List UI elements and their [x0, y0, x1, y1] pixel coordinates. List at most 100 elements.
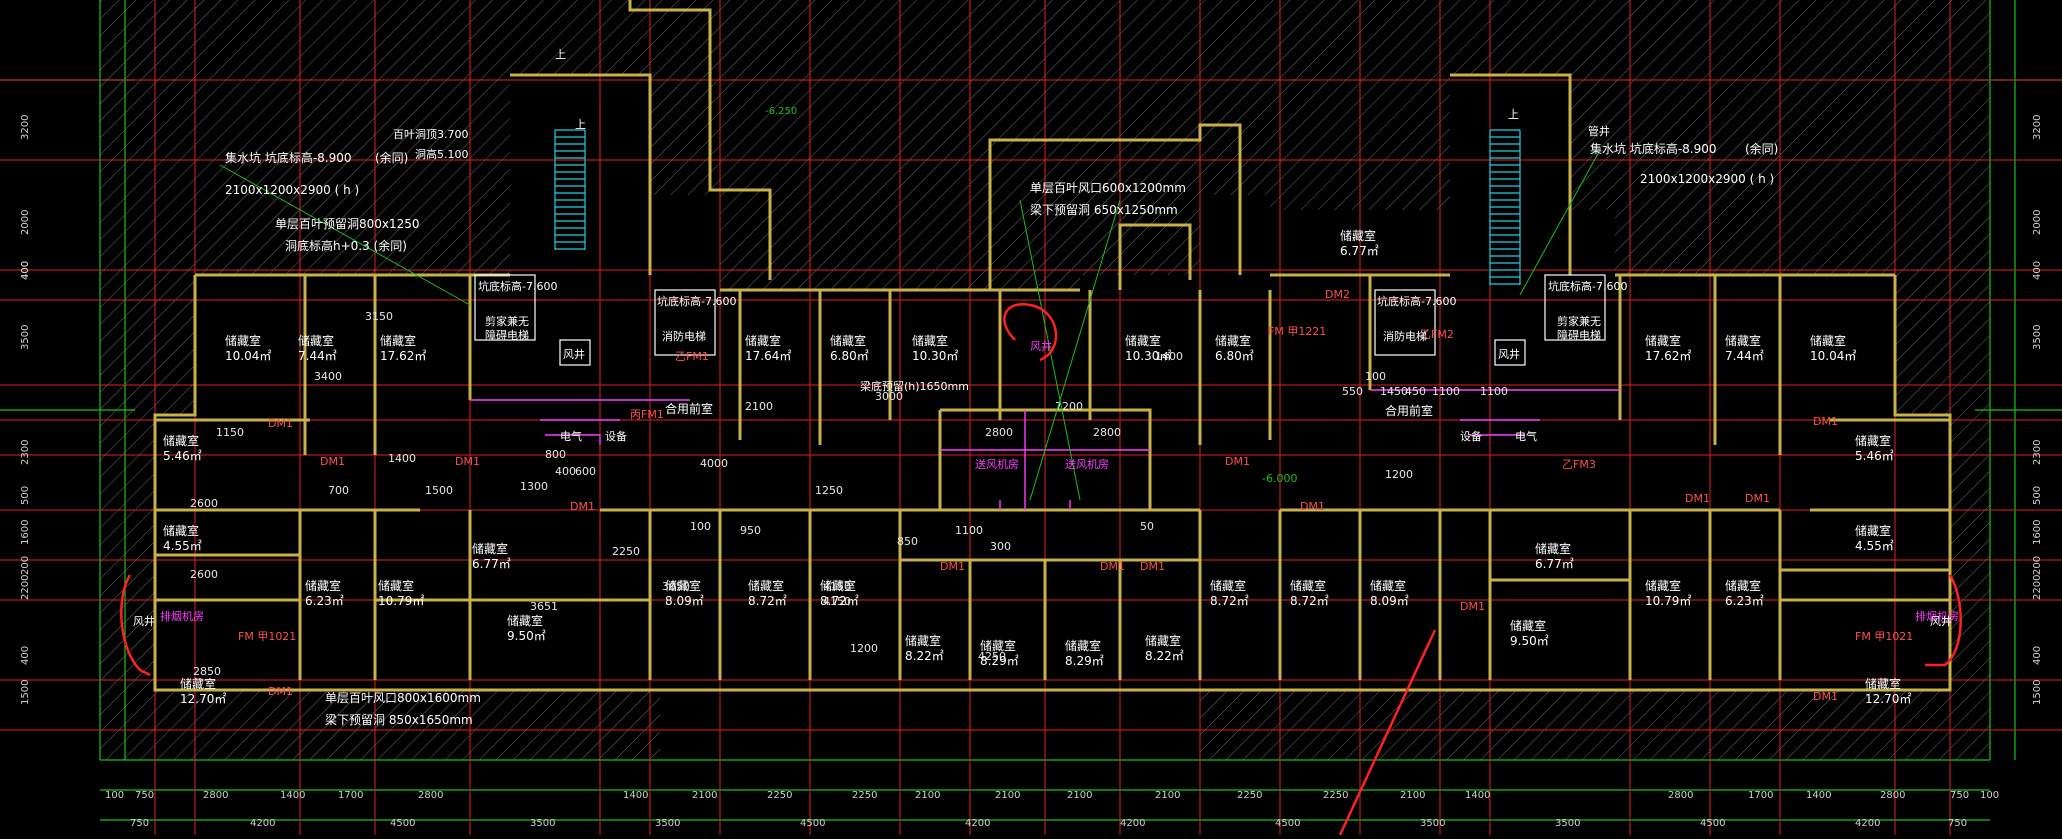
- room-name-5: 储藏室: [912, 333, 948, 348]
- interior-dim-32: 3050: [662, 580, 690, 593]
- label-shaft-left: 风井: [563, 347, 585, 361]
- room-area-34: 12.70㎡: [180, 692, 226, 706]
- room-area-2: 17.62㎡: [380, 349, 426, 363]
- left-dim-2: 2000: [20, 210, 31, 235]
- label-equipment-left: 设备: [605, 429, 627, 443]
- label-up-stair-right: 上: [1508, 108, 1519, 121]
- left-dim-0: 3200: [20, 115, 31, 140]
- room-area-12: 5.46㎡: [163, 449, 202, 463]
- annot-louver-small-2: 洞高5.100: [415, 147, 469, 161]
- door-tag-19: DM1: [940, 560, 965, 573]
- interior-dim-26: 3400: [314, 370, 342, 383]
- bottom-dim2-0: 750: [130, 818, 149, 829]
- right-dim-6: 1600: [2032, 520, 2043, 545]
- right-dim-1: 2000: [2032, 210, 2043, 235]
- interior-dim-29: 2100: [745, 400, 773, 413]
- interior-dim-13: 300: [990, 540, 1011, 553]
- left-dim-11: 1500: [20, 680, 31, 705]
- door-tag-20: DM1: [1100, 560, 1125, 573]
- room-area-7: 6.80㎡: [1215, 349, 1254, 363]
- bottom-dim1-10: 2100: [915, 790, 940, 801]
- bottom-dim1-7: 2100: [692, 790, 717, 801]
- interior-dim-23: 550: [1342, 385, 1363, 398]
- label-equipment-right: 设备: [1460, 429, 1482, 443]
- label-air-right: 送风机房: [1065, 457, 1109, 471]
- room-area-17: 9.50㎡: [507, 629, 546, 643]
- annot-sump-left-3: 2100x1200x2900 ( h ): [225, 183, 359, 197]
- label-sep-elev-left-2: 障碍电梯: [485, 328, 529, 342]
- room-name-26: 储藏室: [1290, 578, 1326, 593]
- room-area-30: 10.79㎡: [1645, 594, 1691, 608]
- left-dim-3: 400: [20, 261, 31, 280]
- door-tag-1: DM2: [1325, 288, 1350, 301]
- bottom-dim2-8: 4500: [1275, 818, 1300, 829]
- interior-dim-34: 4250: [978, 650, 1006, 663]
- interior-dim-5: 700: [328, 484, 349, 497]
- floor-plan[interactable]: 3200400200040035002300500160020022004001…: [0, 0, 2062, 836]
- room-area-11: 10.04㎡: [1810, 349, 1856, 363]
- room-name-9: 储藏室: [1645, 333, 1681, 348]
- bottom-dim2-9: 3500: [1420, 818, 1445, 829]
- door-tag-22: DM1: [1460, 600, 1485, 613]
- room-area-29: 9.50㎡: [1510, 634, 1549, 648]
- room-name-15: 储藏室: [378, 578, 414, 593]
- room-area-26: 8.72㎡: [1290, 594, 1329, 608]
- bottom-dim2-4: 3500: [655, 818, 680, 829]
- annot-louver-small-1: 百叶洞顶3.700: [393, 128, 469, 141]
- bottom-dim1-15: 2250: [1323, 790, 1348, 801]
- bottom-dim1-14: 2250: [1237, 790, 1262, 801]
- label-combined-right: 合用前室: [1385, 403, 1433, 418]
- annot-elev-top: -6.250: [765, 106, 797, 117]
- door-tag-13: DM1: [1300, 500, 1325, 513]
- bottom-dim1-4: 1700: [338, 790, 363, 801]
- room-area-28: 6.77㎡: [1535, 557, 1574, 571]
- room-area-9: 17.62㎡: [1645, 349, 1691, 363]
- interior-dim-19: 1100: [1480, 385, 1508, 398]
- interior-dim-15: 2800: [985, 426, 1013, 439]
- left-dim-4: 3500: [20, 325, 31, 350]
- room-name-34: 储藏室: [180, 676, 216, 691]
- interior-dim-6: 1500: [425, 484, 453, 497]
- room-name-19: 储藏室: [748, 578, 784, 593]
- interior-dim-39: 1400: [1155, 350, 1183, 363]
- door-tag-12: DM1: [1225, 455, 1250, 468]
- interior-dim-12: 1100: [955, 524, 983, 537]
- bottom-dim1-6: 1400: [623, 790, 648, 801]
- label-pipe-well: 管井: [1588, 124, 1610, 138]
- room-area-13: 4.55㎡: [163, 539, 202, 553]
- right-dim-7: 200: [2032, 556, 2043, 575]
- bottom-dim1-9: 2250: [852, 790, 877, 801]
- room-name-13: 储藏室: [163, 523, 199, 538]
- right-dim-3: 3500: [2032, 325, 2043, 350]
- interior-dim-22: 450: [1405, 385, 1426, 398]
- annot-louver-bottom-1: 单层百叶风口800x1600mm: [325, 691, 481, 705]
- bottom-dim1-1: 750: [135, 790, 154, 801]
- door-tag-16: DM1: [1813, 415, 1838, 428]
- interior-dim-16: 2800: [1093, 426, 1121, 439]
- interior-dim-25: 50: [1140, 520, 1154, 533]
- room-area-24: 8.22㎡: [1145, 649, 1184, 663]
- door-tag-10: DM1: [455, 455, 480, 468]
- label-electric-left: 电气: [560, 429, 582, 443]
- room-area-31: 6.23㎡: [1725, 594, 1764, 608]
- door-tag-3: FM 甲1021: [238, 630, 296, 643]
- interior-dim-37: 400: [555, 465, 576, 478]
- interior-dim-7: 3651: [530, 600, 558, 613]
- annot-sump-left-2: (余同): [375, 150, 408, 165]
- interior-dim-10: 950: [740, 524, 761, 537]
- room-name-28: 储藏室: [1535, 541, 1571, 556]
- interior-dim-38: 1300: [520, 480, 548, 493]
- room-name-16: 储藏室: [472, 541, 508, 556]
- room-area-14: 6.23㎡: [305, 594, 344, 608]
- room-area-0: 10.04㎡: [225, 349, 271, 363]
- room-area-16: 6.77㎡: [472, 557, 511, 571]
- bottom-dim1-20: 1400: [1806, 790, 1831, 801]
- room-name-29: 储藏室: [1510, 618, 1546, 633]
- room-area-19: 8.72㎡: [748, 594, 787, 608]
- right-dim-5: 500: [2032, 486, 2043, 505]
- bottom-dim2-6: 4200: [965, 818, 990, 829]
- annot-sump-right-3: 2100x1200x2900 ( h ): [1640, 172, 1774, 186]
- door-tag-8: FM 甲1021: [1855, 630, 1913, 643]
- bottom-dim1-16: 2100: [1400, 790, 1425, 801]
- cad-drawing-canvas[interactable]: 3200 400 2000 400 3500 2300 500 1600 200 2200 400 1…: [0, 0, 2062, 836]
